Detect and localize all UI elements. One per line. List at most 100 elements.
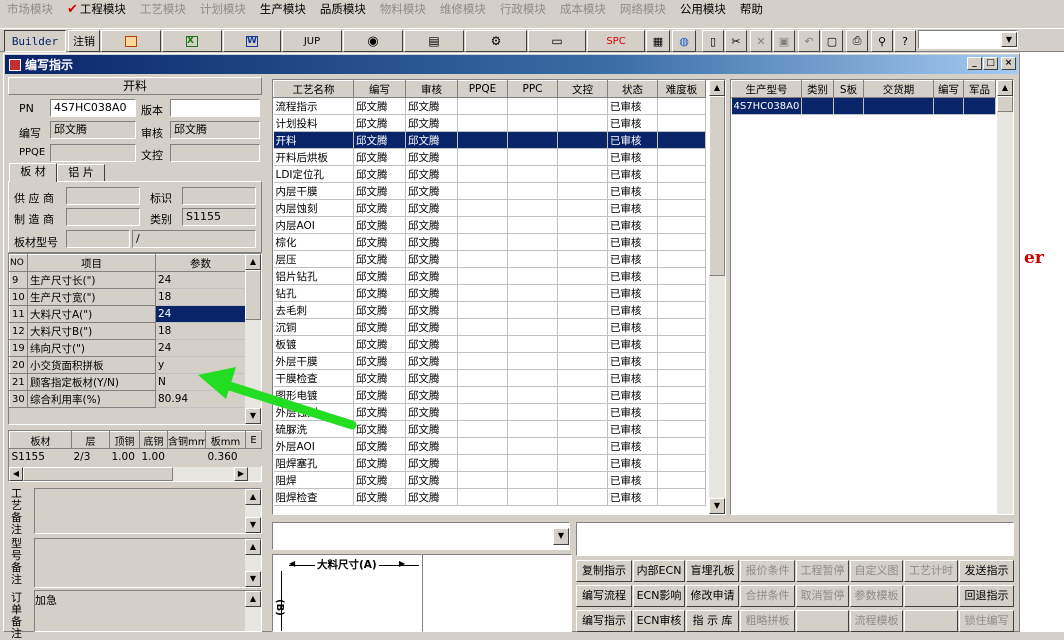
process-row[interactable]: 开料 邱文腾 邱文腾 已审核 <box>273 131 706 149</box>
param-cell[interactable]: 生产尺寸宽(") <box>27 288 156 306</box>
process-row-cell[interactable]: 邱文腾 <box>353 148 406 166</box>
param-cell[interactable]: 综合利用率(%) <box>27 390 156 408</box>
ppqe-field[interactable] <box>50 144 136 162</box>
scroll-down-icon[interactable]: ▼ <box>245 571 261 587</box>
process-row-cell[interactable] <box>457 233 508 251</box>
process-row-cell[interactable]: 邱文腾 <box>353 335 406 353</box>
process-row-cell[interactable] <box>657 488 706 506</box>
process-row-cell[interactable] <box>457 454 508 472</box>
process-row-cell[interactable]: 已审核 <box>607 165 658 183</box>
menu-item-12[interactable]: 帮助 <box>733 0 770 18</box>
process-row-cell[interactable] <box>557 250 608 268</box>
process-row-cell[interactable] <box>657 216 706 234</box>
chevron-down-icon[interactable]: ▼ <box>553 528 569 545</box>
process-row-cell[interactable]: 邱文腾 <box>405 369 458 387</box>
print-icon[interactable]: ⎙ <box>846 30 868 52</box>
process-row-cell[interactable]: 邱文腾 <box>405 250 458 268</box>
process-row-cell[interactable]: 邱文腾 <box>405 114 458 132</box>
process-row-cell[interactable] <box>457 318 508 336</box>
process-row-cell[interactable] <box>657 318 706 336</box>
scroll-up-icon[interactable]: ▲ <box>245 489 261 505</box>
report-icon[interactable] <box>101 30 161 52</box>
process-row-cell[interactable] <box>657 97 706 115</box>
process-row-cell[interactable]: 邱文腾 <box>353 131 406 149</box>
process-row-cell[interactable]: 邱文腾 <box>405 471 458 489</box>
material-row[interactable]: S1155 2/3 1.00 1.00 0.360 <box>9 448 262 466</box>
process-row-cell[interactable] <box>457 131 508 149</box>
process-row-cell[interactable]: 板镀 <box>273 335 354 353</box>
process-row-cell[interactable]: 已审核 <box>607 199 658 217</box>
product-header-3[interactable]: 交货期 <box>863 80 934 98</box>
param-row[interactable]: 9 生产尺寸长(") 24 <box>9 271 246 289</box>
process-row-cell[interactable] <box>457 488 508 506</box>
word-icon[interactable]: W <box>223 30 281 52</box>
order-remark-field[interactable]: 加急 ▲ <box>34 590 262 632</box>
minimize-button[interactable]: _ <box>967 57 982 70</box>
process-header-4[interactable]: PPC <box>507 80 558 98</box>
cut-icon[interactable]: ✂ <box>725 30 747 52</box>
process-row-cell[interactable]: 邱文腾 <box>353 182 406 200</box>
action-button-2-6[interactable] <box>904 610 958 632</box>
process-row-cell[interactable] <box>457 165 508 183</box>
logout-button[interactable]: 注销 <box>68 30 100 52</box>
scroll-left-icon[interactable]: ◀ <box>9 467 23 481</box>
process-row-cell[interactable]: 已审核 <box>607 454 658 472</box>
process-row-cell[interactable]: 邱文腾 <box>405 199 458 217</box>
process-row-cell[interactable]: 邱文腾 <box>405 454 458 472</box>
process-row-cell[interactable]: 邱文腾 <box>405 216 458 234</box>
process-row[interactable]: 内层干膜 邱文腾 邱文腾 已审核 <box>273 182 706 200</box>
param-cell[interactable]: 小交货面积拼板 <box>27 356 156 374</box>
action-button-1-7[interactable]: 回退指示 <box>959 585 1014 607</box>
process-header-5[interactable]: 文控 <box>557 80 608 98</box>
process-row-cell[interactable] <box>507 131 558 149</box>
process-header-3[interactable]: PPQE <box>457 80 508 98</box>
board-model-field[interactable] <box>66 230 130 248</box>
process-row-cell[interactable] <box>557 233 608 251</box>
menu-item-1[interactable]: ✔ 工程模块 <box>60 0 133 18</box>
process-row-cell[interactable] <box>557 216 608 234</box>
param-cell[interactable]: 24 <box>155 305 246 323</box>
product-row-cell[interactable] <box>963 97 996 115</box>
process-row-cell[interactable] <box>507 148 558 166</box>
process-row-cell[interactable] <box>507 488 558 506</box>
process-row-cell[interactable]: 邱文腾 <box>405 488 458 506</box>
process-row-cell[interactable]: 邱文腾 <box>353 199 406 217</box>
process-row-cell[interactable] <box>457 250 508 268</box>
param-cell[interactable]: 12 <box>9 322 28 340</box>
action-button-0-1[interactable]: 内部ECN <box>633 560 685 582</box>
product-header-4[interactable]: 编写 <box>933 80 964 98</box>
material-header-2[interactable]: 顶铜 <box>109 431 140 449</box>
scroll-up-icon[interactable]: ▲ <box>245 254 261 270</box>
process-row-cell[interactable] <box>557 131 608 149</box>
process-row[interactable]: 阻焊 邱文腾 邱文腾 已审核 <box>273 471 706 489</box>
process-row-cell[interactable]: 已审核 <box>607 386 658 404</box>
process-row[interactable]: 铝片钻孔 邱文腾 邱文腾 已审核 <box>273 267 706 285</box>
process-row-cell[interactable] <box>657 437 706 455</box>
process-row-cell[interactable] <box>457 420 508 438</box>
toolbar-combo[interactable]: ▼ <box>918 30 1018 49</box>
process-row-cell[interactable]: 邱文腾 <box>405 97 458 115</box>
action-button-0-5[interactable]: 自定义图 <box>850 560 903 582</box>
globe-icon[interactable]: ◍ <box>672 30 696 52</box>
product-scrollbar[interactable]: ▲ <box>997 80 1013 514</box>
process-row-cell[interactable] <box>507 318 558 336</box>
material-row-cell[interactable]: 1.00 <box>139 448 168 466</box>
help-icon[interactable]: ? <box>894 30 916 52</box>
process-row-cell[interactable]: 邱文腾 <box>353 233 406 251</box>
process-row-cell[interactable]: 已审核 <box>607 369 658 387</box>
menu-item-11[interactable]: 公用模块 <box>673 0 733 18</box>
process-row-cell[interactable] <box>457 352 508 370</box>
param-cell[interactable]: 11 <box>9 305 28 323</box>
action-button-1-5[interactable]: 参数模板 <box>850 585 903 607</box>
process-row-cell[interactable]: 邱文腾 <box>405 233 458 251</box>
param-cell[interactable]: 24 <box>155 339 246 357</box>
maximize-button[interactable]: □ <box>983 57 998 70</box>
param-cell[interactable]: 生产尺寸长(") <box>27 271 156 289</box>
board-model-field-2[interactable]: / <box>132 230 256 248</box>
process-row-cell[interactable]: 内层干膜 <box>273 182 354 200</box>
process-row-cell[interactable] <box>657 454 706 472</box>
process-row[interactable]: 外层AOI 邱文腾 邱文腾 已审核 <box>273 437 706 455</box>
process-row-cell[interactable]: 邱文腾 <box>353 250 406 268</box>
process-row-cell[interactable]: 铝片钻孔 <box>273 267 354 285</box>
process-row-cell[interactable] <box>657 403 706 421</box>
